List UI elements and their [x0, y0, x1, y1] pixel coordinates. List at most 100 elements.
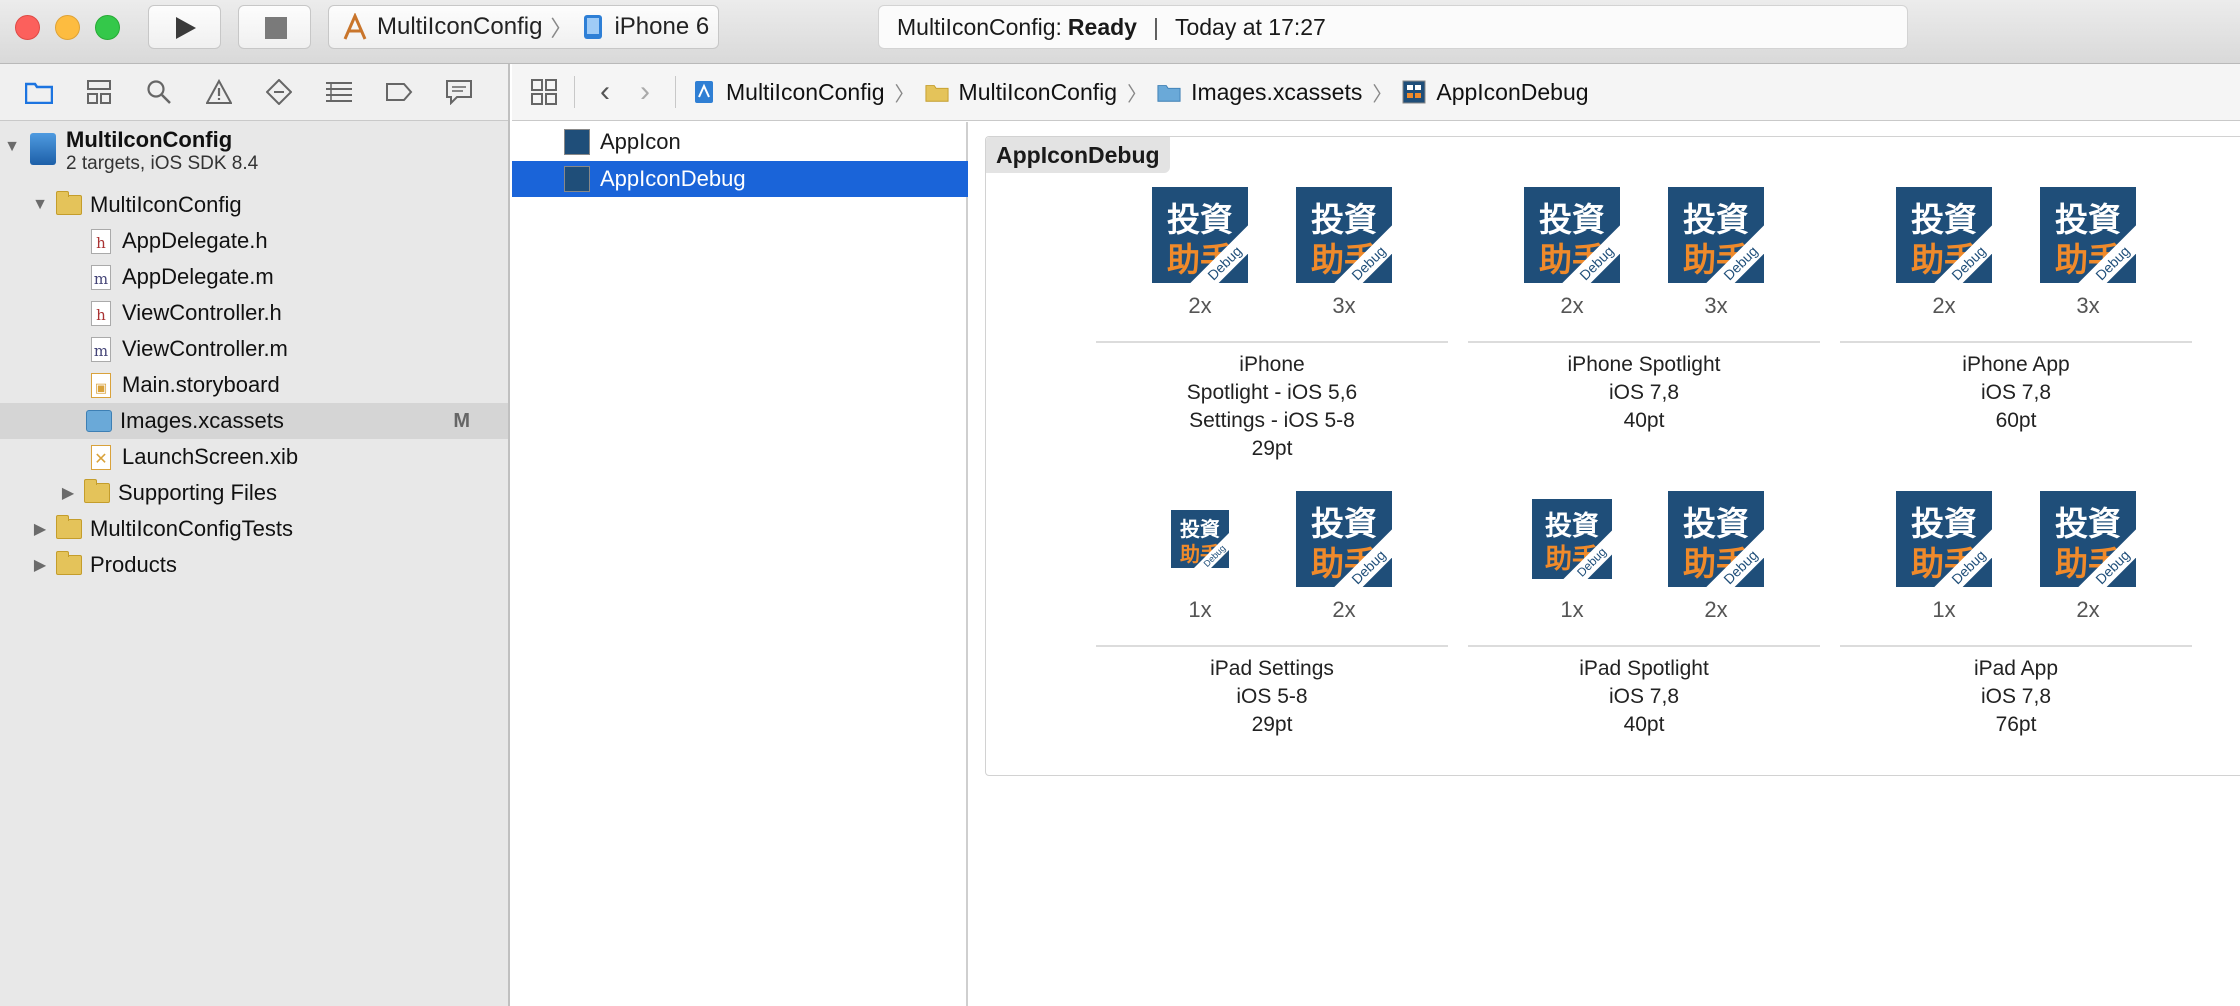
icon-slot-2x[interactable]: 投資 助手 Debug 2x	[1524, 187, 1620, 319]
icon-slot-1x[interactable]: 投資 助手 Debug 1x	[1896, 491, 1992, 623]
disclosure-collapsed-icon[interactable]: ▶	[30, 555, 50, 575]
breadcrumb-item-project[interactable]: MultiIconConfig	[726, 79, 885, 106]
toolbar: MultiIconConfig 〉 iPhone 6 MultiIconConf…	[0, 0, 2240, 64]
debug-list-icon[interactable]	[325, 78, 353, 106]
icon-group-caption: iPad App iOS 7,8 76pt	[1840, 655, 2192, 739]
icon-slot-3x[interactable]: 投資 助手 Debug 3x	[1668, 187, 1764, 319]
related-items-grid-icon[interactable]	[524, 72, 564, 112]
icon-slot-2x[interactable]: 投資 助手 Debug 2x	[1896, 187, 1992, 319]
activity-viewer: MultiIconConfig: Ready | Today at 17:27	[878, 5, 1908, 49]
tree-item-main-storyboard[interactable]: ▣ Main.storyboard	[0, 367, 508, 403]
app-target-icon	[343, 13, 367, 40]
icon-slot-group: 投資 助手 Debug 2x 投資 助手 Debug 3x iPhone App iOS 7,8 6…	[1840, 187, 2192, 447]
jump-bar-divider	[675, 76, 676, 108]
tree-item-supporting-files[interactable]: ▶ Supporting Files	[0, 475, 508, 511]
icon-group-caption: iPhone Spotlight - iOS 5,6 Settings - iOS …	[1096, 351, 1448, 463]
breakpoint-icon[interactable]	[385, 78, 413, 106]
app-icon-image: 投資 助手 Debug	[1896, 187, 1992, 283]
asset-item-appicondebug[interactable]: AppIconDebug	[512, 161, 968, 197]
scale-label: 2x	[1932, 293, 1956, 318]
asset-item-appicon[interactable]: AppIcon	[512, 124, 968, 160]
tree-item-label: Images.xcassets	[120, 408, 284, 433]
xib-file-icon: ✕	[88, 444, 114, 470]
tree-item-viewcontroller-h[interactable]: h ViewController.h	[0, 295, 508, 331]
scheme-selector[interactable]: MultiIconConfig 〉 iPhone 6	[328, 5, 719, 49]
scale-label: 2x	[2076, 597, 2100, 622]
tree-item-appdelegate-h[interactable]: h AppDelegate.h	[0, 223, 508, 259]
report-bubble-icon[interactable]	[445, 78, 473, 106]
icon-slot-2x[interactable]: 投資 助手 Debug 2x	[1668, 491, 1764, 623]
test-diamond-icon[interactable]	[265, 78, 293, 106]
breadcrumb-item-xcassets[interactable]: Images.xcassets	[1191, 79, 1362, 106]
status-time: Today at 17:27	[1174, 13, 1326, 40]
group-divider	[1840, 341, 2192, 343]
tree-item-appdelegate-m[interactable]: m AppDelegate.m	[0, 259, 508, 295]
tree-item-products[interactable]: ▶ Products	[0, 547, 508, 583]
disclosure-expanded-icon[interactable]: ▼	[2, 137, 22, 157]
chevron-right-icon: 〉	[1127, 83, 1148, 106]
icon-slot-2x[interactable]: 投資 助手 Debug 2x	[1296, 491, 1392, 623]
icon-group-caption: iPhone App iOS 7,8 60pt	[1840, 351, 2192, 435]
disclosure-expanded-icon[interactable]: ▼	[30, 195, 50, 215]
group-divider	[1468, 645, 1820, 647]
minimize-window-button[interactable]	[55, 15, 80, 40]
app-icon-image: 投資 助手 Debug	[1896, 491, 1992, 587]
caption-line: iPhone	[1239, 353, 1305, 376]
asset-catalog-icon	[86, 408, 112, 434]
icon-slot-2x[interactable]: 投資 助手 Debug 2x	[2040, 491, 2136, 623]
run-button[interactable]	[148, 5, 221, 49]
icon-slot-3x[interactable]: 投資 助手 Debug 3x	[2040, 187, 2136, 319]
icon-slot-2x[interactable]: 投資 助手 Debug 2x	[1152, 187, 1248, 319]
tree-item-images-xcassets[interactable]: Images.xcassets M	[0, 403, 508, 439]
symbol-navigator-icon[interactable]	[85, 78, 113, 106]
scale-label: 2x	[1188, 293, 1212, 318]
forward-arrow-icon[interactable]: ›	[625, 75, 665, 109]
asset-catalog-icon	[1157, 85, 1181, 102]
breadcrumb-item-appicondebug[interactable]: AppIconDebug	[1436, 79, 1588, 106]
caption-line: 40pt	[1623, 713, 1665, 736]
icon-slot-1x[interactable]: 投資 助手 Debug 1x	[1524, 491, 1620, 623]
status-divider: |	[1152, 13, 1159, 40]
scale-label: 2x	[1560, 293, 1584, 318]
app-icon-thumbnail	[564, 129, 590, 155]
tree-item-label: AppDelegate.m	[122, 264, 274, 289]
scale-label: 1x	[1560, 597, 1584, 622]
warning-icon[interactable]	[205, 78, 233, 106]
app-icon-image: 投資 助手 Debug	[1668, 491, 1764, 587]
disclosure-collapsed-icon[interactable]: ▶	[30, 519, 50, 539]
tree-item-launchscreen-xib[interactable]: ✕ LaunchScreen.xib	[0, 439, 508, 475]
app-icon-thumbnail	[564, 166, 590, 192]
tree-item-label: Main.storyboard	[122, 372, 280, 397]
folder-icon	[56, 515, 82, 542]
group-divider	[1096, 341, 1448, 343]
caption-line: iOS 7,8	[1980, 685, 2052, 708]
tree-item-multiiconconfigtests[interactable]: ▶ MultiIconConfigTests	[0, 511, 508, 547]
close-window-button[interactable]	[15, 15, 40, 40]
search-icon[interactable]	[145, 78, 173, 106]
status-state: Ready	[1067, 13, 1137, 40]
caption-line: iPad Spotlight	[1579, 657, 1709, 680]
tree-item-viewcontroller-m[interactable]: m ViewController.m	[0, 331, 508, 367]
disclosure-collapsed-icon[interactable]: ▶	[58, 483, 78, 503]
icon-slot-3x[interactable]: 投資 助手 Debug 3x	[1296, 187, 1392, 319]
storyboard-file-icon: ▣	[88, 372, 114, 398]
play-icon	[176, 17, 196, 39]
caption-line: iPad App	[1973, 657, 2059, 680]
scheme-target-label: MultiIconConfig	[377, 13, 543, 40]
tree-item-label: LaunchScreen.xib	[122, 444, 299, 469]
project-row[interactable]: ▼ MultiIconConfig 2 targets, iOS SDK 8.4	[0, 125, 508, 185]
icon-slot-group: 投資 助手 Debug 2x 投資 助手 Debug 3x iPhone Spotlight iO…	[1468, 187, 1820, 447]
stop-button[interactable]	[238, 5, 311, 49]
icon-slot-1x[interactable]: 投資 助手 Debug 1x	[1152, 491, 1248, 623]
caption-line: iOS 7,8	[1608, 381, 1680, 404]
folder-icon[interactable]	[25, 78, 53, 106]
asset-item-label: AppIconDebug	[600, 166, 746, 191]
header-file-icon: h	[88, 228, 114, 254]
zoom-window-button[interactable]	[95, 15, 120, 40]
breadcrumb-item-group[interactable]: MultiIconConfig	[959, 79, 1118, 106]
back-arrow-icon[interactable]: ‹	[585, 75, 625, 109]
tree-item-label: MultiIconConfigTests	[90, 516, 293, 541]
tree-item-group-multiiconconfig[interactable]: ▼ MultiIconConfig	[0, 187, 508, 223]
scale-label: 1x	[1188, 597, 1212, 622]
app-icon-image: 投資 助手 Debug	[1532, 499, 1612, 579]
